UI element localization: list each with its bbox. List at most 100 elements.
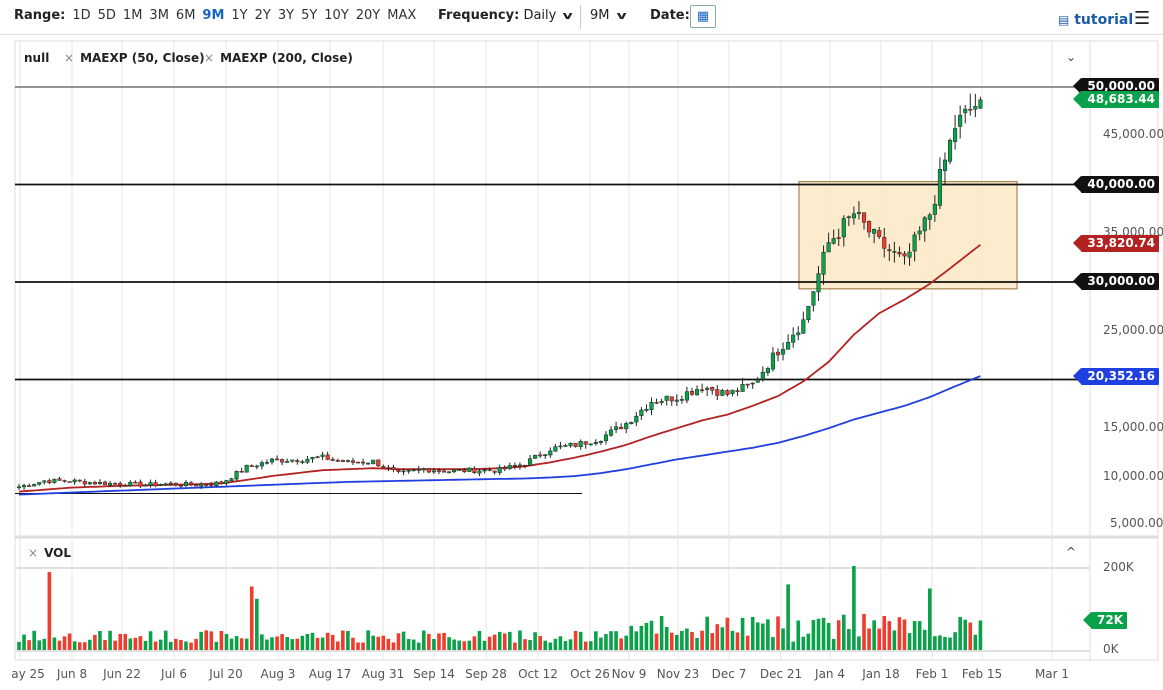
volume-bar [852,566,856,650]
volume-bar [230,639,234,650]
candle-body [857,212,861,213]
candle-body [437,471,441,472]
candle-body [225,480,229,483]
volume-bar [88,640,92,650]
volume-bar [796,621,800,650]
candle-body [27,486,31,487]
candle-body [230,479,234,481]
candle-body [624,423,628,428]
close-icon[interactable]: × [204,51,214,65]
candle-body [37,482,41,484]
candle-body [306,459,310,462]
candle-body [245,465,249,472]
volume-bar [452,640,456,650]
volume-bar [326,633,330,650]
x-tick: Aug 31 [362,667,405,681]
volume-bar [488,637,492,650]
volume-bar [483,641,487,650]
volume-bar [270,637,274,650]
candle-body [159,485,163,486]
candle-body [483,470,487,471]
volume-bar [710,633,714,650]
close-icon[interactable]: × [64,51,74,65]
candle-body [189,483,193,485]
legend-main: null [24,51,49,65]
volume-bar [635,631,639,650]
volume-bar [189,643,193,650]
volume-bar [584,642,588,650]
volume-bar [928,589,932,651]
volume-bar [660,616,664,650]
x-tick: Dec 21 [760,667,802,681]
candle-body [756,380,760,382]
volume-bar [589,641,593,650]
candle-body [781,349,785,354]
candle-body [918,231,922,234]
volume-bar [250,586,254,650]
candle-body [73,480,77,482]
volume-bar [736,632,740,650]
candle-body [513,465,517,466]
candle-body [650,402,654,410]
candle-body [48,480,52,482]
volume-bar [468,641,472,650]
volume-bar [564,641,568,650]
volume-bar [225,634,229,650]
x-tick: Jul 6 [161,667,187,681]
candle-body [83,481,87,484]
candle-body [837,238,841,239]
candle-body [43,481,47,482]
volume-bar [275,637,279,650]
candle-body [589,444,593,445]
candle-body [943,160,947,171]
candle-body [812,292,816,306]
volume-bar [129,638,133,650]
volume-bar [301,636,305,650]
volume-bar [837,620,841,650]
candle-body [564,445,568,446]
volume-bar [771,637,775,650]
volume-bar [164,631,168,650]
candle-body [786,342,790,349]
candle-body [473,468,477,472]
candle-body [63,480,67,481]
candle-body [807,306,811,319]
close-icon[interactable]: × [28,546,38,560]
volume-bar [43,639,47,650]
volume-bar [498,632,502,650]
candle-body [129,482,133,485]
volume-bar [751,617,755,650]
volume-bar [781,628,785,650]
volume-bar [194,639,198,650]
candle-body [695,389,699,394]
candle-body [518,465,522,466]
volume-bar [22,635,26,650]
volume-bar [715,624,719,650]
volume-bar [847,629,851,650]
candle-body [963,109,967,113]
collapse-chevron-up-icon[interactable]: ^ [1066,545,1076,559]
x-tick: Oct 26 [570,667,610,681]
candle-body [736,391,740,392]
candle-body [478,471,482,473]
candle-body [316,457,320,458]
volume-bar [619,638,623,650]
volume-bar [594,631,598,650]
volume-bar [290,639,294,650]
volume-bar [913,621,917,650]
x-tick: Jun 8 [57,667,87,681]
volume-bar [508,632,512,650]
volume-bar [518,631,522,650]
candle-body [741,384,745,391]
volume-bar [953,632,957,650]
candle-body [442,471,446,472]
candle-body [123,485,127,486]
volume-bar [422,631,426,650]
volume-bar [417,643,421,650]
candle-body [705,388,709,389]
volume-bar [149,631,153,650]
collapse-chevron-down-icon[interactable]: ⌄ [1066,50,1076,64]
ma200-line [19,376,980,495]
candle-body [296,461,300,462]
volume-bar [791,642,795,650]
